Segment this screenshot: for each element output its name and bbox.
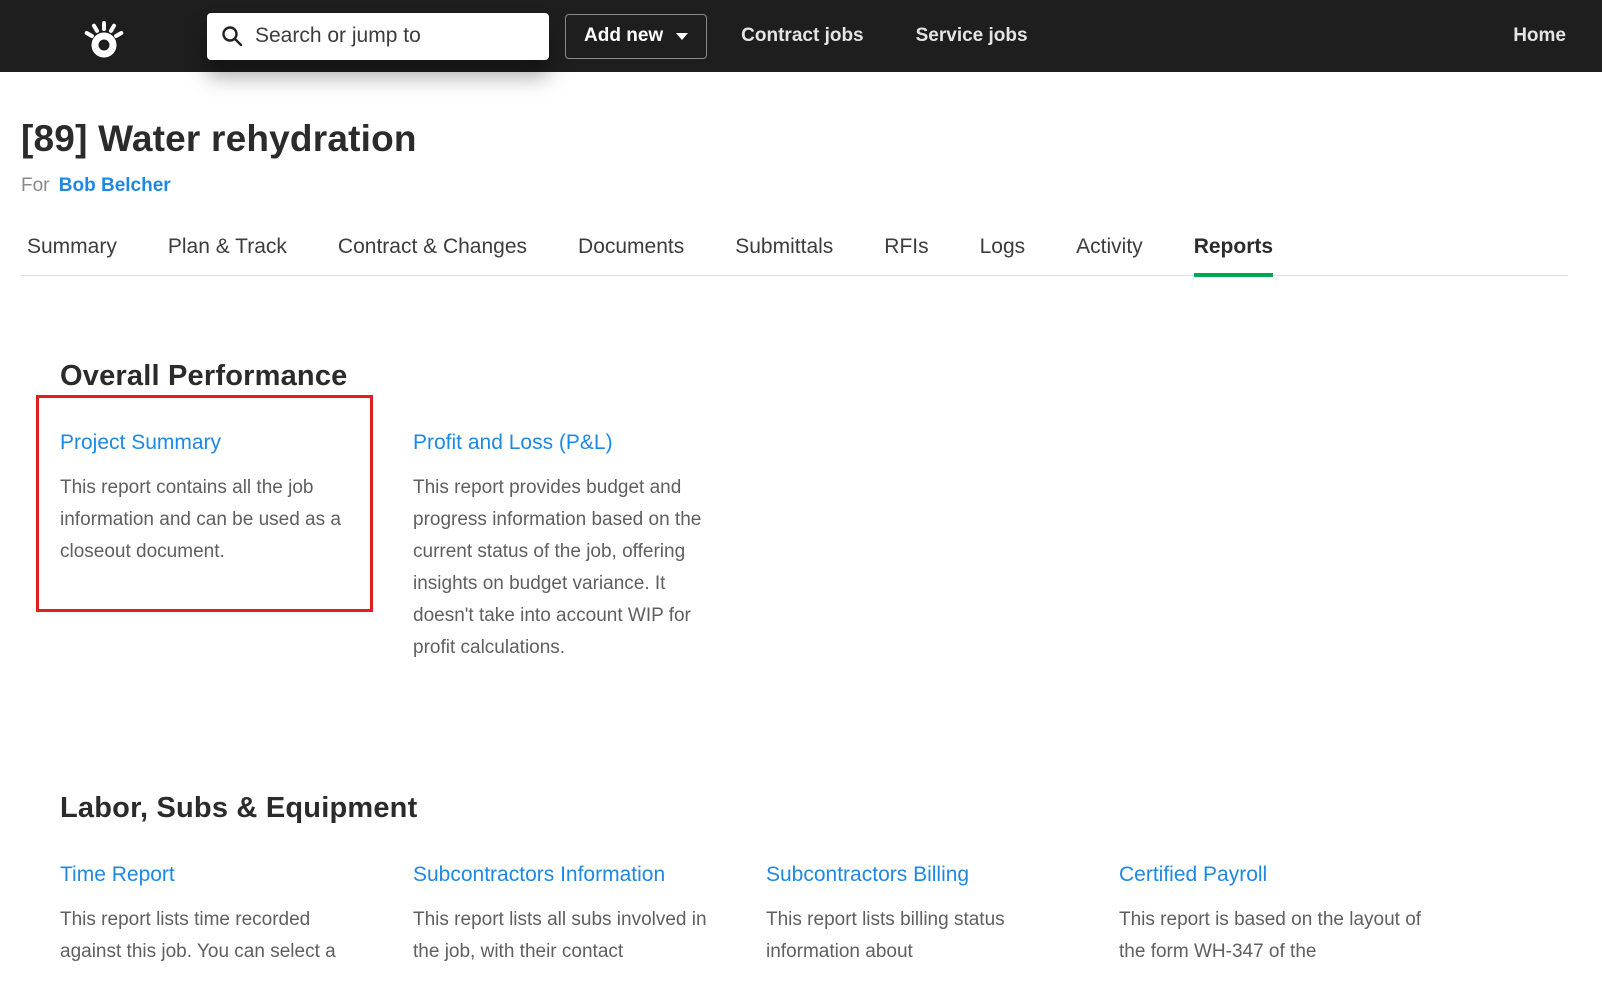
section-title: Labor, Subs & Equipment	[60, 792, 418, 824]
add-new-label: Add new	[584, 25, 664, 46]
nav-home[interactable]: Home	[1513, 25, 1566, 47]
tab-rfis[interactable]: RFIs	[884, 235, 928, 275]
app-logo[interactable]	[0, 13, 207, 59]
report-grid: Project Summary This report contains all…	[36, 395, 1602, 664]
nav-service-jobs[interactable]: Service jobs	[916, 25, 1028, 47]
customer-link[interactable]: Bob Belcher	[59, 175, 171, 196]
report-description: This report contains all the job informa…	[60, 477, 341, 562]
report-description: This report provides budget and progress…	[413, 477, 702, 658]
tab-documents[interactable]: Documents	[578, 235, 684, 275]
tab-submittals[interactable]: Submittals	[735, 235, 833, 275]
report-card-subcontractors-billing: Subcontractors Billing This report lists…	[766, 863, 1074, 968]
report-link-project-summary[interactable]: Project Summary	[60, 431, 221, 455]
page-title: [89] Water rehydration	[21, 118, 417, 159]
add-new-button[interactable]: Add new	[565, 13, 708, 59]
tab-contract-changes[interactable]: Contract & Changes	[338, 235, 527, 275]
tab-reports[interactable]: Reports	[1193, 235, 1274, 277]
report-link-subcontractors-information[interactable]: Subcontractors Information	[413, 863, 665, 887]
search-input[interactable]	[255, 24, 535, 48]
job-reports-page: [89] Water rehydration For Bob Belcher S…	[0, 118, 1602, 968]
report-link-subcontractors-billing[interactable]: Subcontractors Billing	[766, 863, 969, 887]
report-grid: Time Report This report lists time recor…	[60, 863, 1602, 968]
report-card-certified-payroll: Certified Payroll This report is based o…	[1119, 863, 1427, 968]
report-description: This report is based on the layout of th…	[1119, 909, 1422, 962]
section-title: Overall Performance	[60, 360, 348, 392]
global-search[interactable]	[207, 12, 549, 60]
report-link-profit-loss[interactable]: Profit and Loss (P&L)	[413, 431, 613, 455]
report-description: This report lists all subs involved in t…	[413, 909, 707, 962]
top-navbar: Add new Contract jobs Service jobs Home	[0, 0, 1602, 72]
knowify-logo-icon	[84, 21, 123, 58]
section-overall-performance: Overall Performance Project Summary This…	[36, 360, 1602, 664]
tab-plan-track[interactable]: Plan & Track	[168, 235, 287, 275]
report-card-profit-loss: Profit and Loss (P&L) This report provid…	[413, 431, 721, 664]
search-icon	[222, 26, 243, 47]
chevron-down-icon	[676, 32, 689, 40]
tab-logs[interactable]: Logs	[980, 235, 1026, 275]
report-link-time-report[interactable]: Time Report	[60, 863, 175, 887]
for-label: For	[21, 175, 50, 196]
navbar-links: Contract jobs Service jobs	[741, 25, 1027, 47]
report-description: This report lists time recorded against …	[60, 909, 336, 962]
report-card-project-summary: Project Summary This report contains all…	[36, 395, 373, 664]
tab-summary[interactable]: Summary	[27, 235, 117, 275]
job-customer-line: For Bob Belcher	[21, 175, 1602, 197]
report-card-subcontractors-information: Subcontractors Information This report l…	[413, 863, 721, 968]
section-labor-subs-equipment: Labor, Subs & Equipment Time Report This…	[60, 792, 1602, 968]
nav-contract-jobs[interactable]: Contract jobs	[741, 25, 863, 47]
report-link-certified-payroll[interactable]: Certified Payroll	[1119, 863, 1267, 887]
tab-activity[interactable]: Activity	[1076, 235, 1143, 275]
report-card-time-report: Time Report This report lists time recor…	[60, 863, 368, 968]
job-tabs: Summary Plan & Track Contract & Changes …	[21, 235, 1568, 277]
report-description: This report lists billing status informa…	[766, 909, 1005, 962]
